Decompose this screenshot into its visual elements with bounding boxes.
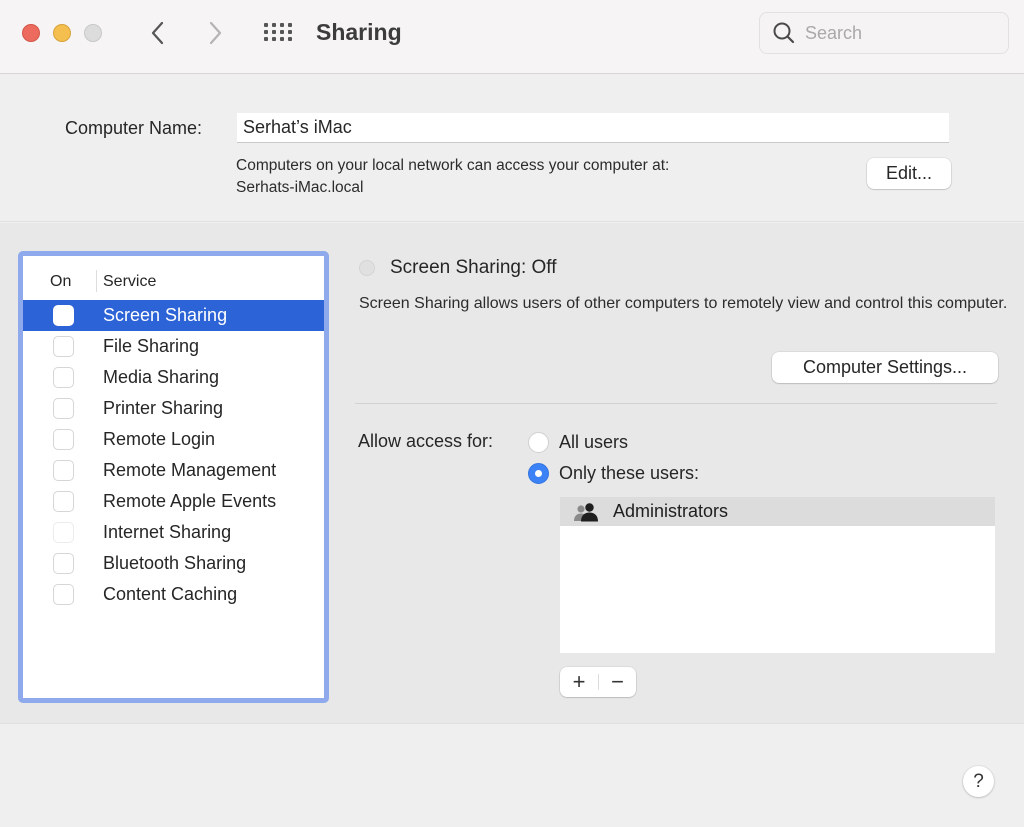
service-label: Internet Sharing bbox=[103, 522, 232, 542]
window-title: Sharing bbox=[316, 19, 402, 45]
service-checkbox[interactable] bbox=[53, 553, 74, 574]
service-row-printer-sharing[interactable]: Printer Sharing bbox=[23, 393, 324, 424]
services-list-header: On Service bbox=[23, 256, 324, 300]
services-list: On Service Screen Sharing File Sharing M… bbox=[18, 251, 329, 703]
remove-user-button[interactable]: − bbox=[599, 667, 636, 697]
search-icon bbox=[773, 22, 795, 44]
computer-name-section: Computer Name: Computers on your local n… bbox=[0, 75, 1024, 222]
service-checkbox[interactable] bbox=[53, 491, 74, 512]
service-row-file-sharing[interactable]: File Sharing bbox=[23, 331, 324, 362]
radio-button[interactable] bbox=[528, 431, 549, 453]
service-label: File Sharing bbox=[103, 336, 200, 356]
service-row-remote-management[interactable]: Remote Management bbox=[23, 455, 324, 486]
service-checkbox[interactable] bbox=[53, 367, 74, 388]
service-label: Content Caching bbox=[103, 584, 238, 604]
service-label: Remote Apple Events bbox=[103, 491, 277, 511]
allow-access-label: Allow access for: bbox=[358, 431, 494, 451]
toolbar: Sharing bbox=[0, 0, 1024, 74]
service-row-internet-sharing[interactable]: Internet Sharing bbox=[23, 517, 324, 548]
chevron-left-icon bbox=[151, 21, 164, 45]
minimize-window-button[interactable] bbox=[53, 24, 71, 42]
service-checkbox[interactable] bbox=[53, 460, 74, 481]
list-item[interactable]: Administrators bbox=[560, 497, 995, 526]
computer-settings-button[interactable]: Computer Settings... bbox=[772, 352, 998, 383]
radio-label: All users bbox=[559, 431, 629, 452]
service-description: Screen Sharing allows users of other com… bbox=[359, 295, 1008, 312]
computer-name-input[interactable] bbox=[237, 113, 949, 143]
service-row-bluetooth-sharing[interactable]: Bluetooth Sharing bbox=[23, 548, 324, 579]
column-separator bbox=[96, 270, 97, 292]
service-label: Remote Login bbox=[103, 429, 216, 449]
help-button[interactable]: ? bbox=[963, 766, 994, 797]
zoom-window-button[interactable] bbox=[84, 24, 102, 42]
allowed-users-list[interactable]: Administrators bbox=[560, 497, 995, 653]
service-checkbox[interactable] bbox=[53, 522, 74, 543]
service-checkbox[interactable] bbox=[53, 584, 74, 605]
service-row-remote-login[interactable]: Remote Login bbox=[23, 424, 324, 455]
show-all-grid-icon[interactable] bbox=[264, 23, 294, 43]
service-status: Screen Sharing: Off bbox=[390, 257, 557, 278]
service-label: Screen Sharing bbox=[103, 305, 228, 325]
service-row-remote-apple-events[interactable]: Remote Apple Events bbox=[23, 486, 324, 517]
network-address-info: Computers on your local network can acce… bbox=[236, 155, 669, 199]
service-label: Media Sharing bbox=[103, 367, 220, 387]
add-remove-control: + − bbox=[560, 667, 636, 697]
column-header-service[interactable]: Service bbox=[103, 273, 156, 291]
chevron-right-icon bbox=[209, 21, 222, 45]
forward-button[interactable] bbox=[203, 18, 227, 48]
radio-only-these-users[interactable]: Only these users: bbox=[528, 461, 699, 485]
section-divider bbox=[355, 403, 997, 404]
service-checkbox[interactable] bbox=[53, 336, 74, 357]
service-label: Bluetooth Sharing bbox=[103, 553, 247, 573]
service-checkbox[interactable] bbox=[53, 305, 74, 326]
computer-name-label: Computer Name: bbox=[65, 118, 203, 138]
edit-button[interactable]: Edit... bbox=[867, 158, 951, 189]
add-user-button[interactable]: + bbox=[560, 667, 598, 697]
sharing-main-section: On Service Screen Sharing File Sharing M… bbox=[0, 223, 1024, 724]
status-indicator-icon bbox=[359, 260, 375, 276]
search-field[interactable] bbox=[759, 12, 1009, 54]
local-hostname: Serhats-iMac.local bbox=[236, 179, 364, 196]
search-input[interactable] bbox=[805, 22, 995, 44]
service-checkbox[interactable] bbox=[53, 429, 74, 450]
back-button[interactable] bbox=[146, 18, 170, 48]
column-header-on[interactable]: On bbox=[50, 273, 71, 291]
user-group-icon bbox=[574, 502, 598, 521]
close-window-button[interactable] bbox=[22, 24, 40, 42]
network-info-text: Computers on your local network can acce… bbox=[236, 157, 670, 174]
radio-label: Only these users: bbox=[559, 462, 700, 483]
service-label: Printer Sharing bbox=[103, 398, 224, 418]
radio-button-selected[interactable] bbox=[528, 462, 549, 484]
radio-all-users[interactable]: All users bbox=[528, 430, 628, 454]
service-row-media-sharing[interactable]: Media Sharing bbox=[23, 362, 324, 393]
service-checkbox[interactable] bbox=[53, 398, 74, 419]
service-row-screen-sharing[interactable]: Screen Sharing bbox=[23, 300, 324, 331]
service-row-content-caching[interactable]: Content Caching bbox=[23, 579, 324, 610]
service-label: Remote Management bbox=[103, 460, 277, 480]
user-name: Administrators bbox=[613, 501, 729, 521]
